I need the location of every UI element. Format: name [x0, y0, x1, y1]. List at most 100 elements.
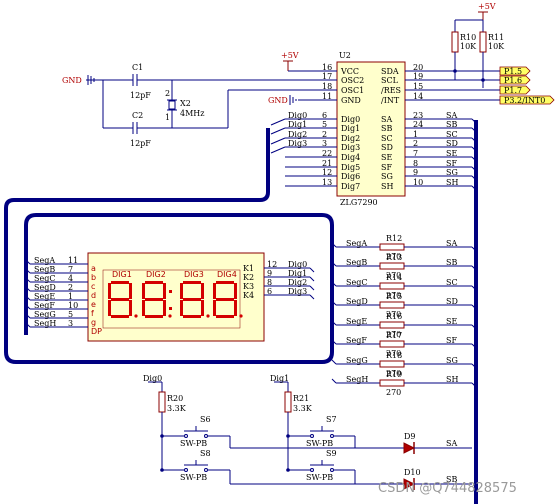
- k-bus-entry: [309, 285, 315, 291]
- ic-dig-net-label: Dig1: [288, 120, 307, 129]
- display-segment: [180, 300, 183, 316]
- k-pin-num: 6: [267, 287, 272, 296]
- display-segment: [108, 283, 111, 299]
- segres-body: [379, 243, 405, 251]
- c1-ref: C1: [132, 63, 143, 72]
- display-segment: [129, 300, 132, 316]
- ic-right-pin-name: SB: [381, 124, 392, 133]
- x2-ref: X2: [180, 99, 191, 108]
- display-segment: [111, 298, 129, 301]
- ic-left-pin-name: Dig6: [341, 172, 360, 181]
- ic-left-pin-num: 6: [322, 111, 327, 120]
- seg-pin-num: 7: [68, 265, 73, 274]
- display-segment: [216, 281, 234, 284]
- d9-net: SA: [446, 439, 457, 448]
- segres-body: [379, 282, 405, 290]
- display-segment: [108, 300, 111, 316]
- display-segment: [145, 281, 163, 284]
- seg-pin-num: 2: [68, 283, 73, 292]
- segres-ref: R16: [386, 312, 402, 321]
- display-segment: [183, 315, 201, 318]
- display-segment: [183, 298, 201, 301]
- d10-ref: D10: [404, 468, 421, 477]
- segres-body: [379, 340, 405, 348]
- ic-right-pin-num: 2: [413, 139, 418, 148]
- ic-right-pin-name: SG: [381, 172, 393, 181]
- seg-net-label: SegD: [34, 283, 56, 292]
- segres-net: SegF: [346, 336, 367, 345]
- digit-label: DIG3: [184, 270, 204, 279]
- segres-out-net: SE: [446, 317, 457, 326]
- ic-right-pin-num: 7: [413, 149, 418, 158]
- ic-left-pin-name: Dig2: [341, 134, 360, 143]
- junction-dot: [481, 78, 485, 82]
- segres-ref: R17: [386, 331, 402, 340]
- ic-left-pin-name: Dig1: [341, 124, 360, 133]
- digit-label: DIG2: [146, 270, 166, 279]
- display-segment: [145, 315, 163, 318]
- display-colon: [169, 290, 172, 293]
- ic-right-pin-num: 19: [413, 72, 423, 81]
- digit-label: DIG1: [112, 270, 132, 279]
- segres-net: SegD: [346, 297, 368, 306]
- port-label: P1.6: [504, 76, 522, 85]
- junction-dot: [286, 434, 290, 438]
- c2-ref: C2: [132, 111, 143, 120]
- segres-out-net: SF: [446, 336, 457, 345]
- segres-ref: R18: [386, 351, 402, 360]
- vcc-top-right: +5V: [454, 2, 496, 32]
- display-segment: [142, 283, 145, 299]
- key-dig1-net: Dig1: [270, 374, 289, 383]
- dig-bus-entries: [270, 118, 286, 154]
- switch-ref: S9: [326, 449, 337, 458]
- watermark: CSDN @Q744828575: [378, 481, 517, 496]
- seg-letter: d: [91, 291, 96, 300]
- ic-left-pin-num: 17: [322, 72, 332, 81]
- ic-right-pin-num: 15: [413, 82, 423, 91]
- ic-left-pin-name: Dig0: [341, 115, 360, 124]
- crystal-circuit: GND C1 12pF C2 12pF 2 1 X2 4MHz: [62, 63, 317, 148]
- display-seg-pins: SegA 11 a SegB 7 b SegC 4 c SegD 2 d SegE 1 e SegF 10 f Se…: [25, 256, 102, 336]
- ic-left-pin-name: Dig3: [341, 143, 360, 152]
- seg-pin-num: 10: [68, 301, 78, 310]
- k-net-label: Dig2: [288, 278, 307, 287]
- ic-left-pin-name: Dig7: [341, 182, 360, 191]
- display-colon: [169, 307, 172, 310]
- switch-ref: S7: [326, 415, 337, 424]
- ic-s-net-label: SG: [446, 168, 458, 177]
- display-dp: [206, 314, 210, 318]
- seg-net-label: SegH: [34, 319, 56, 328]
- dig-bus-entry: [270, 118, 286, 126]
- segres-body: [379, 360, 405, 368]
- switch-val: SW-PB: [306, 473, 333, 482]
- k-pin-num: 8: [267, 278, 272, 287]
- r10-ref: R10: [460, 33, 476, 42]
- switch-contact: [330, 468, 334, 472]
- segres-net: SegB: [346, 258, 367, 267]
- seg-pin-num: 4: [68, 274, 73, 283]
- r20-val: 3.3K: [167, 404, 187, 413]
- k-label: K3: [243, 282, 254, 291]
- port-label: P1.7: [504, 86, 522, 95]
- x2-pin2: 2: [165, 89, 170, 98]
- switch-val: SW-PB: [180, 473, 207, 482]
- r21-val: 3.3K: [293, 404, 313, 413]
- ic-right-pin-name: SH: [381, 182, 393, 191]
- k-label: K4: [243, 291, 254, 300]
- ic-left-pins: 16 VCC 17 OSC2 18 OSC1 11 GND 6 Dig0 5 Dig1 2 Dig2 3 Di…: [285, 63, 364, 191]
- seg-pin-num: 11: [68, 256, 78, 265]
- display-segment: [163, 283, 166, 299]
- display-segment: [213, 283, 216, 299]
- seg-letter: c: [91, 282, 95, 291]
- ic-left-pin-num: 2: [322, 130, 327, 139]
- display-segment: [111, 315, 129, 318]
- seg-net-label: SegF: [34, 301, 55, 310]
- display-segment: [129, 283, 132, 299]
- seg-pin-num: 3: [68, 319, 73, 328]
- segres-out-net: SB: [446, 258, 457, 267]
- r21-ref: R21: [293, 394, 309, 403]
- digit-label: DIG4: [217, 270, 237, 279]
- ic-left-pin-num: 21: [322, 159, 332, 168]
- k-net-label: Dig0: [288, 260, 307, 269]
- segres-bus-entry: [331, 378, 337, 384]
